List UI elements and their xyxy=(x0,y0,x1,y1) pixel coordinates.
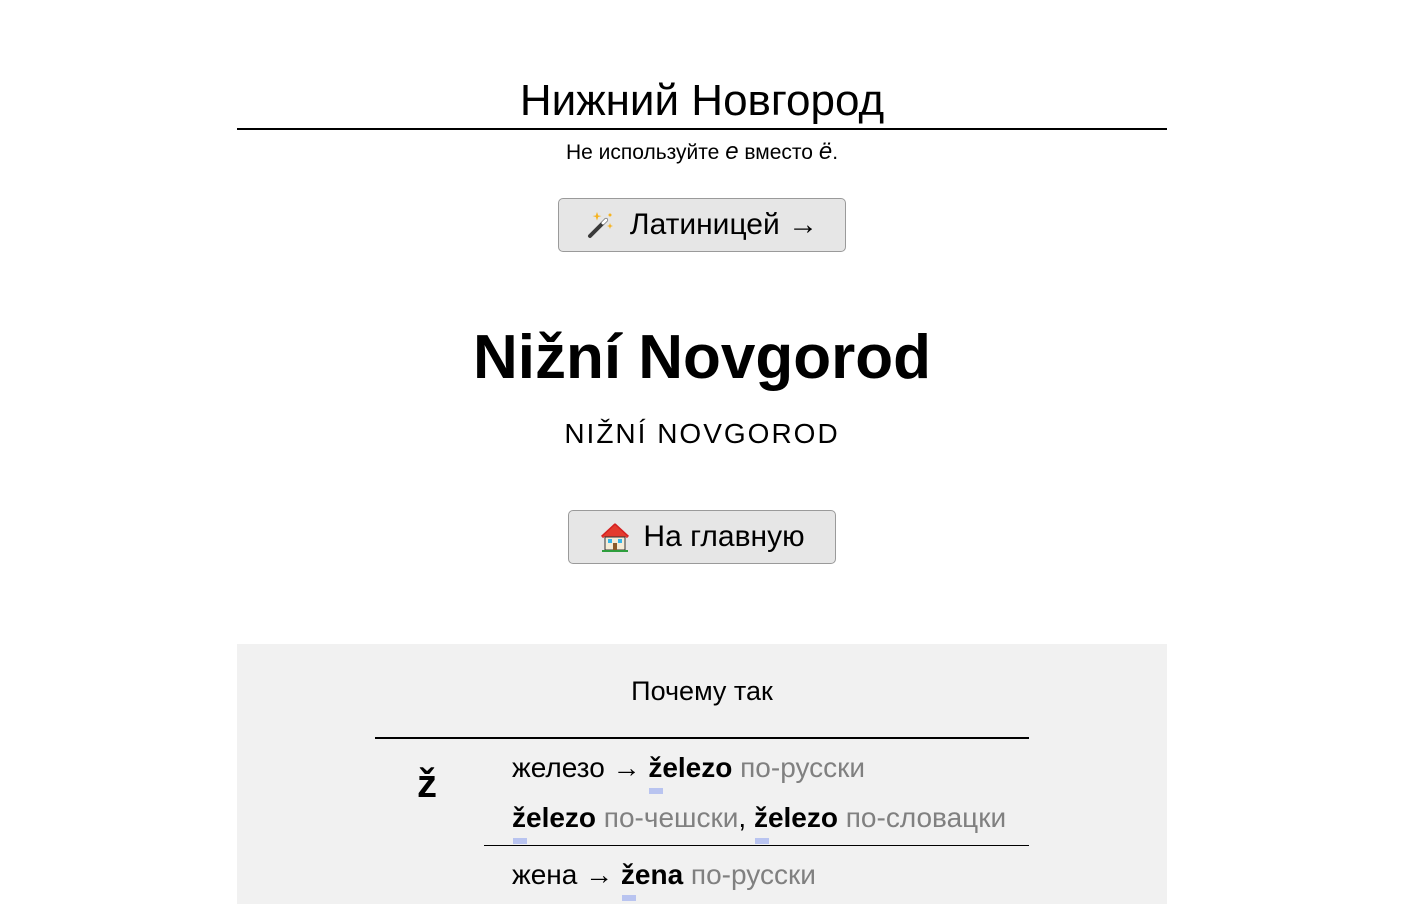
hint-suffix: . xyxy=(832,141,839,164)
example-latin: železo xyxy=(512,802,597,844)
example-lang: по-словацки xyxy=(837,802,1007,833)
example-latin-text: železo xyxy=(648,752,733,783)
example-lang: по-русски xyxy=(732,752,866,783)
hint-e: е xyxy=(725,138,739,165)
magic-wand-icon xyxy=(586,210,616,240)
home-button-label: На главную xyxy=(643,520,805,553)
example-source: железо xyxy=(512,752,605,783)
why-divider xyxy=(375,737,1029,739)
result-latin: Nižní Novgorod xyxy=(472,323,932,392)
hint-text: Не используйте е вместо ё. xyxy=(237,138,1167,166)
why-letter: ž xyxy=(417,762,437,806)
example-source: жена xyxy=(512,859,578,890)
example-latin-text: železo xyxy=(512,802,597,833)
example-row: жена → žena по-русски xyxy=(512,859,816,901)
highlight-mark xyxy=(513,838,527,844)
latin-button[interactable]: Латиницей → xyxy=(558,198,846,252)
city-input-wrapper xyxy=(237,72,1167,130)
why-title: Почему так xyxy=(631,676,773,706)
example-row: железо → železo по-русски xyxy=(512,752,866,794)
example-latin-text: železo xyxy=(753,802,838,833)
example-latin: železo xyxy=(648,752,733,794)
highlight-mark xyxy=(649,788,664,794)
example-arrow: → xyxy=(604,752,649,783)
example-row: železo по-чешски, železo по-словацки xyxy=(512,802,1007,844)
example-latin: žena xyxy=(620,859,684,901)
example-lang: по-русски xyxy=(683,859,816,890)
example-comma: , xyxy=(738,802,754,833)
why-panel: Почему так ž железо → železo по-русски ž… xyxy=(237,644,1167,904)
example-latin-text: žena xyxy=(620,859,684,890)
hint-yo: ё xyxy=(818,138,833,165)
hint-prefix: Не используйте xyxy=(565,141,726,164)
home-button[interactable]: На главную xyxy=(568,510,836,564)
result-latin-caps: NIŽNÍ NOVGOROD xyxy=(564,418,840,449)
hint-middle: вместо xyxy=(738,141,819,164)
example-separator xyxy=(484,845,1029,846)
city-input[interactable] xyxy=(237,72,1167,128)
example-arrow: → xyxy=(577,859,621,890)
highlight-mark xyxy=(754,838,769,844)
latin-button-label: Латиницей → xyxy=(629,208,819,241)
example-latin: železo xyxy=(753,802,838,844)
example-lang: по-чешски xyxy=(596,802,739,833)
house-icon xyxy=(599,522,630,552)
